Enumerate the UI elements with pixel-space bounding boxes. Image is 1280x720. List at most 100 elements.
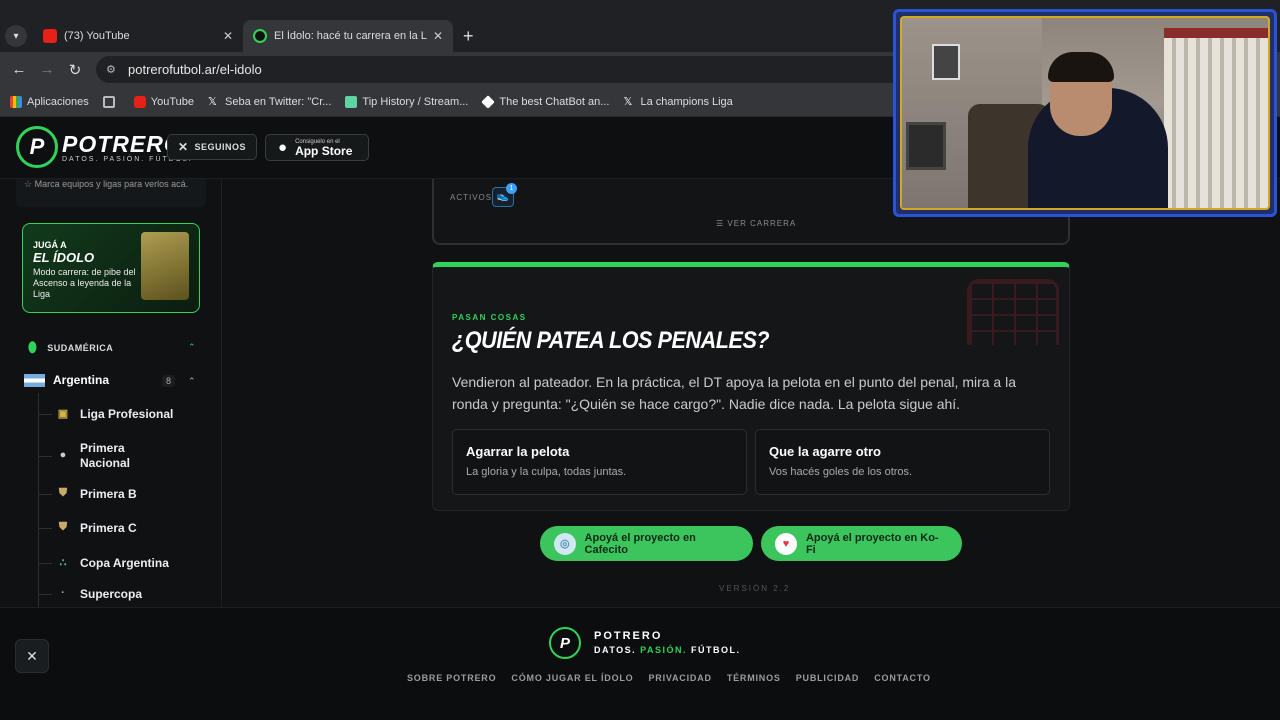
primera-nacional-icon: ● [59,449,67,461]
version-label: VERSIÓN 2.2 [719,584,791,593]
address-bar[interactable]: ⚙ potrerofutbol.ar/el-idolo [96,56,916,83]
poster [932,44,960,80]
league-primera-b[interactable]: ⛊ Primera B [38,487,137,501]
potrero-logo-icon[interactable]: P [549,627,581,659]
option-agarrar-pelota[interactable]: Agarrar la pelota La gloria y la culpa, … [452,429,747,495]
tab-youtube[interactable]: (73) YouTube ✕ [33,20,243,52]
league-liga-profesional[interactable]: ▣ Liga Profesional [38,407,173,421]
activos-label: ACTIVOS [450,193,493,202]
footer-tagline: DATOS. PASIÓN. FÚTBOL. [594,645,741,655]
close-icon[interactable]: ✕ [223,29,233,43]
site-settings-icon[interactable]: ⚙ [106,63,120,76]
tagline-part: FÚTBOL. [687,645,741,655]
event-title: ¿QUIÉN PATEA LOS PENALES? [452,327,770,354]
country-argentina[interactable]: Argentina [24,373,109,387]
bookmark-youtube[interactable]: YouTube [133,95,194,108]
league-primera-c[interactable]: ⛊ Primera C [38,521,137,535]
bookmark-champions[interactable]: 𝕏 La champions Liga [623,96,732,108]
liga-profesional-icon: ▣ [57,408,69,420]
footer-link-publicidad[interactable]: PUBLICIDAD [796,673,860,683]
bookmark-label: Aplicaciones [27,95,89,108]
list-icon: ☰ [716,219,728,228]
footer-name: POTRERO [594,630,663,642]
option-title: Agarrar la pelota [466,444,570,459]
apps-grid-icon [10,95,22,108]
cafecito-icon: ◎ [554,532,576,555]
footer-link-contacto[interactable]: CONTACTO [874,673,931,683]
webcam-overlay [893,9,1277,217]
league-label: Primera C [80,521,137,535]
seguinos-button[interactable]: ✕ SEGUINOS [167,134,257,160]
league-label: Primera Nacional [80,441,131,470]
country-label: Argentina [53,373,110,387]
favorites-hint-text: Marca equipos y ligas para verlos acá. [34,179,189,189]
cafecito-label: Apoyá el proyecto en Cafecito [584,531,696,556]
goal-net-icon [967,279,1059,345]
league-label: Primera B [80,487,137,501]
new-tab-icon[interactable]: + [463,26,474,47]
close-icon[interactable]: ✕ [433,29,443,43]
bookmark-label: Tip History / Stream... [362,95,469,108]
bookmark-grid[interactable] [102,95,120,108]
forward-arrow-icon[interactable]: → [33,61,61,78]
tab-search-chevron-icon[interactable]: ▾ [5,25,27,47]
activos-count-badge: 1 [506,183,517,194]
country-count-badge: 8 [162,375,176,387]
app-store-button[interactable]: ● Consiguelo en el App Store [265,134,369,161]
kofi-cup-icon: ♥ [775,532,797,555]
region-sudamerica[interactable]: ⬮ SUDAMÉRICA [28,339,113,356]
promo-line1: JUGÁ A [33,240,67,250]
tv [906,122,946,170]
footer-link-privacidad[interactable]: PRIVACIDAD [648,673,711,683]
event-card: PASAN COSAS ¿QUIÉN PATEA LOS PENALES? Ve… [432,262,1070,511]
footer-link-como-jugar[interactable]: CÓMO JUGAR EL ÍDOLO [511,673,633,683]
x-icon: ✕ [26,647,38,664]
x-share-button[interactable]: ✕ [15,639,49,673]
streamer-hair [1048,52,1114,82]
apple-icon: ● [278,139,288,156]
league-label: Copa Argentina [80,556,169,570]
kofi-label: Apoyá el proyecto en Ko-Fi [805,531,939,556]
primera-c-icon: ⛊ [58,521,68,533]
bookmark-apps[interactable]: Aplicaciones [10,95,89,108]
bookmark-chatbot[interactable]: The best ChatBot an... [481,94,609,109]
kofi-button[interactable]: ♥ Apoyá el proyecto en Ko-Fi [761,526,962,561]
chevron-up-icon[interactable]: ⌃ [188,342,196,353]
tagline-part-highlight: PASIÓN. [640,645,688,655]
chatbot-icon [481,94,496,109]
appstore-big-label: App Store [295,143,353,158]
el-idolo-promo[interactable]: JUGÁ A EL ÍDOLO Modo carrera: de pibe de… [22,223,200,313]
league-label: Liga Profesional [80,407,174,421]
seguinos-label: SEGUINOS [194,142,247,152]
ver-carrera-link[interactable]: ☰ VER CARRERA [716,219,796,228]
event-description: Vendieron al pateador. En la práctica, e… [452,374,1017,412]
supercopa-icon: · [61,587,65,599]
streamelements-icon [345,95,358,108]
option-que-la-agarre-otro[interactable]: Que la agarre otro Vos hacés goles de lo… [755,429,1050,495]
reload-icon[interactable]: ↻ [61,61,89,79]
league-copa-argentina[interactable]: ∴ Copa Argentina [38,556,169,570]
bookmark-label: Seba en Twitter: "Cr... [225,95,332,108]
bookmark-seba-twitter[interactable]: 𝕏 Seba en Twitter: "Cr... [208,96,331,108]
tab-el-idolo[interactable]: El Ídolo: hacé tu carrera en la Liga ✕ [243,20,453,52]
footer-link-sobre[interactable]: SOBRE POTRERO [407,673,496,683]
bookmark-label: La champions Liga [640,95,733,108]
option-title: Que la agarre otro [769,444,881,459]
footer-link-terminos[interactable]: TÉRMINOS [727,673,781,683]
bookmark-tip-history[interactable]: Tip History / Stream... [345,95,469,108]
grid-icon [102,95,115,108]
chevron-up-icon[interactable]: ⌃ [188,376,196,387]
x-icon: 𝕏 [208,95,217,108]
url-text: potrerofutbol.ar/el-idolo [128,62,262,77]
tab-title: El Ídolo: hacé tu carrera en la Liga [274,30,427,42]
league-supercopa[interactable]: · Supercopa [38,587,142,601]
event-kicker: PASAN COSAS [452,313,527,322]
footer-links: SOBRE POTRERO CÓMO JUGAR EL ÍDOLO PRIVAC… [407,673,946,683]
league-primera-nacional[interactable]: ● Primera Nacional [38,441,160,471]
promo-line3: Modo carrera: de pibe del Ascenso a leye… [33,267,136,299]
option-desc: Vos hacés goles de los otros. [769,466,913,478]
youtube-icon [133,95,146,108]
map-pin-icon: ⬮ [28,339,38,355]
back-arrow-icon[interactable]: ← [5,61,33,78]
cafecito-button[interactable]: ◎ Apoyá el proyecto en Cafecito [540,526,753,561]
